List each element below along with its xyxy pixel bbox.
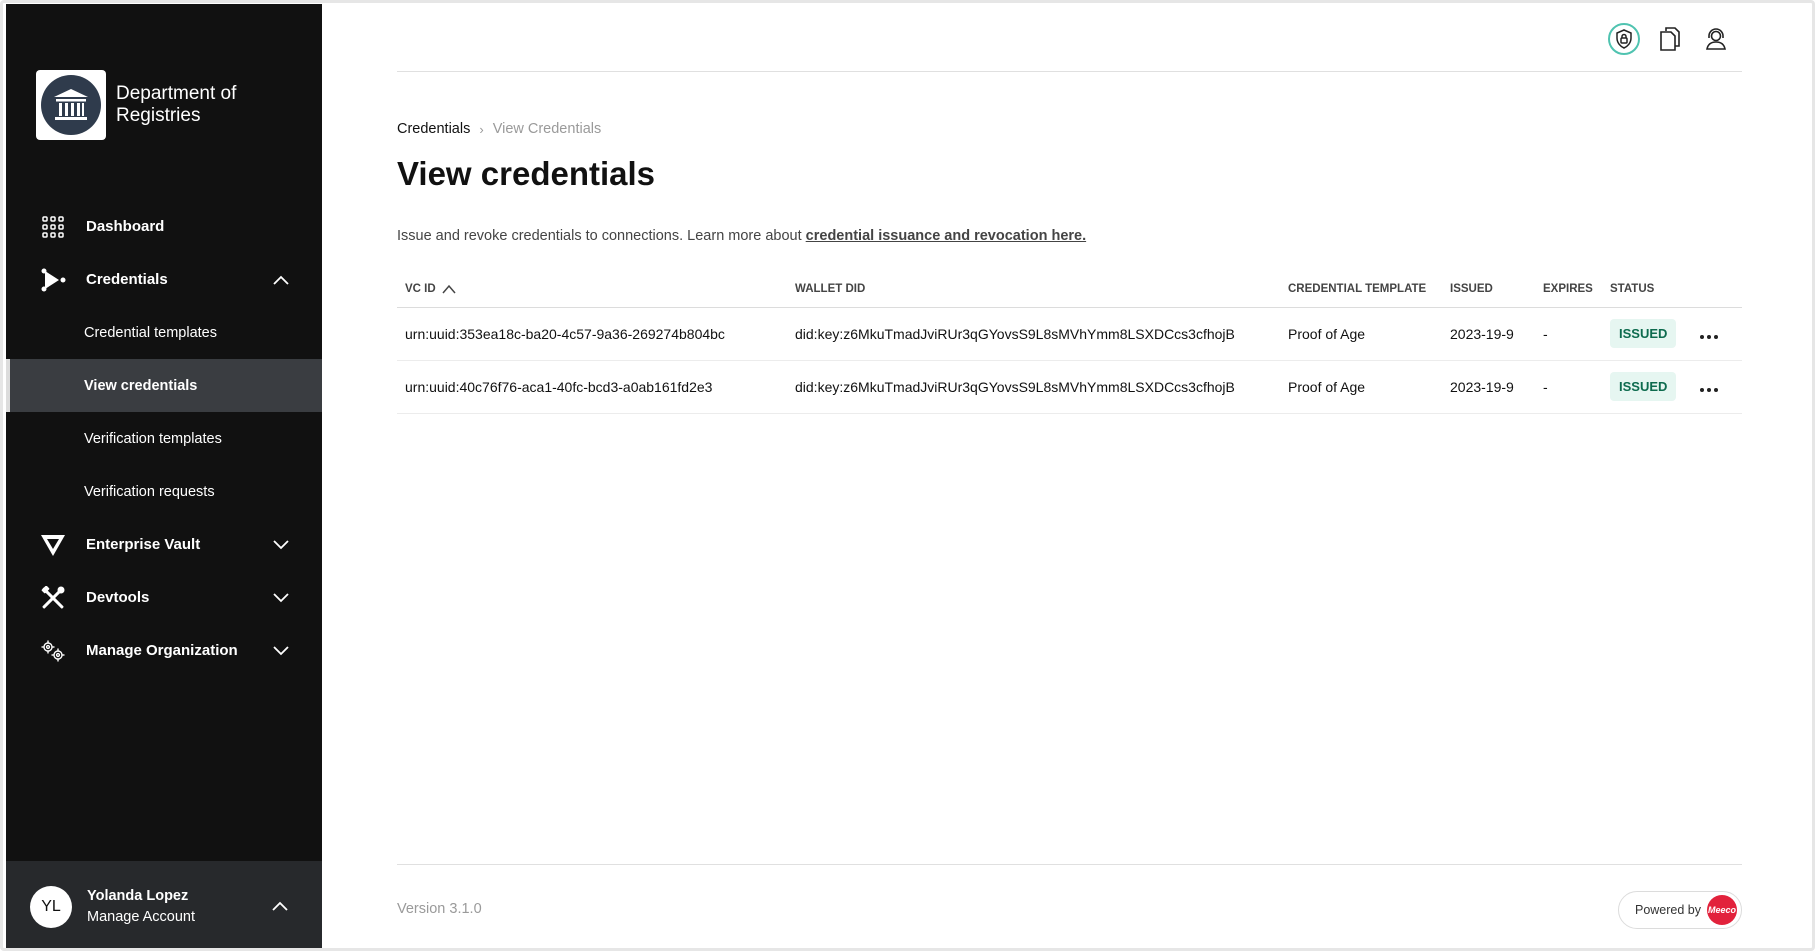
footer: Version 3.1.0 Powered by Meeco (397, 864, 1742, 944)
top-bar (397, 3, 1742, 72)
cell-expires: - (1535, 360, 1602, 414)
cell-vc-id: urn:uuid:353ea18c-ba20-4c57-9a36-269274b… (397, 307, 787, 361)
cell-status: ISSUED (1602, 307, 1692, 361)
user-support-icon[interactable] (1700, 23, 1732, 55)
chevron-down-icon[interactable] (272, 589, 290, 607)
table-header-row: VC ID WALLET DID CREDENTIAL TEMPLATE ISS… (397, 271, 1742, 308)
sidebar-item-label: Credentials (86, 271, 168, 288)
sidebar-item-devtools[interactable]: Devtools (6, 571, 322, 624)
tools-icon (40, 585, 66, 611)
page-title: View credentials (397, 155, 656, 192)
sidebar-item-credentials[interactable]: Credentials (6, 253, 322, 306)
column-header-wallet-did[interactable]: WALLET DID (787, 271, 1280, 308)
learn-more-link[interactable]: credential issuance and revocation here. (806, 228, 1086, 244)
organization-name: Department of Registries (116, 83, 237, 126)
chevron-up-icon[interactable] (272, 271, 290, 289)
documents-icon[interactable] (1654, 23, 1686, 55)
cell-vc-id: urn:uuid:40c76f76-aca1-40fc-bcd3-a0ab161… (397, 360, 787, 414)
cell-status: ISSUED (1602, 360, 1692, 414)
user-name: Yolanda Lopez (87, 887, 189, 904)
powered-by-label: Powered by (1634, 903, 1701, 917)
credentials-table: VC ID WALLET DID CREDENTIAL TEMPLATE ISS… (397, 271, 1742, 414)
more-options-icon[interactable] (1700, 387, 1718, 392)
chevron-down-icon[interactable] (272, 536, 290, 554)
sidebar-item-credential-templates[interactable]: Credential templates (6, 306, 322, 359)
sidebar-item-verification-requests[interactable]: Verification requests (6, 465, 322, 518)
column-header-credential-template[interactable]: CREDENTIAL TEMPLATE (1280, 271, 1442, 308)
cell-wallet-did: did:key:z6MkuTmadJviRUr3qGYovsS9L8sMVhYm… (787, 307, 1280, 361)
status-badge: ISSUED (1610, 372, 1677, 401)
sidebar-item-label: Devtools (86, 589, 150, 606)
cell-wallet-did: did:key:z6MkuTmadJviRUr3qGYovsS9L8sMVhYm… (787, 360, 1280, 414)
avatar: YL (30, 885, 72, 928)
sidebar-item-dashboard[interactable]: Dashboard (6, 200, 322, 253)
cell-actions (1692, 360, 1742, 414)
manage-account-link[interactable]: Manage Account (87, 907, 195, 928)
sidebar: Department of Registries Dashboard Crede… (6, 4, 322, 948)
government-building-icon (54, 89, 88, 120)
cell-issued: 2023-19-9 (1442, 307, 1535, 361)
user-account-panel[interactable]: YL Yolanda Lopez Manage Account (6, 861, 322, 948)
breadcrumb-separator: › (479, 121, 484, 137)
column-header-vc-id[interactable]: VC ID (397, 271, 787, 308)
chevron-up-icon[interactable] (271, 897, 289, 915)
vault-icon (40, 532, 66, 558)
main-content: Credentials › View Credentials View cred… (397, 3, 1742, 948)
status-badge: ISSUED (1610, 319, 1677, 348)
sidebar-item-label: Manage Organization (86, 642, 238, 659)
organization-logo (36, 70, 106, 140)
app-frame: Department of Registries Dashboard Crede… (0, 0, 1815, 951)
table-row[interactable]: urn:uuid:40c76f76-aca1-40fc-bcd3-a0ab161… (397, 360, 1742, 414)
cell-expires: - (1535, 307, 1602, 361)
version-label: Version 3.1.0 (397, 901, 482, 917)
cell-credential-template: Proof of Age (1280, 360, 1442, 414)
sidebar-item-enterprise-vault[interactable]: Enterprise Vault (6, 518, 322, 571)
meeco-logo: Meeco (1707, 895, 1737, 925)
cell-actions (1692, 307, 1742, 361)
column-header-actions (1692, 271, 1742, 308)
breadcrumb-current: View Credentials (492, 121, 602, 137)
breadcrumb: Credentials › View Credentials (397, 121, 601, 137)
sidebar-item-label: Dashboard (86, 218, 165, 235)
organization-header[interactable]: Department of Registries (36, 70, 266, 140)
column-header-expires[interactable]: EXPIRES (1535, 271, 1602, 308)
sidebar-item-label: Enterprise Vault (86, 536, 201, 553)
breadcrumb-credentials[interactable]: Credentials (397, 121, 470, 137)
table-row[interactable]: urn:uuid:353ea18c-ba20-4c57-9a36-269274b… (397, 307, 1742, 361)
sidebar-item-view-credentials[interactable]: View credentials (6, 359, 322, 412)
column-header-status[interactable]: STATUS (1602, 271, 1692, 308)
page-description: Issue and revoke credentials to connecti… (397, 228, 1087, 244)
more-options-icon[interactable] (1700, 334, 1718, 339)
column-header-issued[interactable]: ISSUED (1442, 271, 1535, 308)
cell-issued: 2023-19-9 (1442, 360, 1535, 414)
grid-icon (40, 214, 66, 240)
chevron-down-icon[interactable] (272, 642, 290, 660)
sidebar-item-manage-organization[interactable]: Manage Organization (6, 624, 322, 677)
sort-ascending-icon[interactable] (442, 284, 456, 294)
sidebar-nav: Dashboard Credentials Credential templat… (6, 200, 322, 677)
powered-by-badge[interactable]: Powered by Meeco (1617, 891, 1742, 929)
gears-icon (40, 638, 66, 664)
shield-lock-icon[interactable] (1608, 23, 1640, 55)
sidebar-item-verification-templates[interactable]: Verification templates (6, 412, 322, 465)
cell-credential-template: Proof of Age (1280, 307, 1442, 361)
credential-flow-icon (40, 267, 66, 293)
